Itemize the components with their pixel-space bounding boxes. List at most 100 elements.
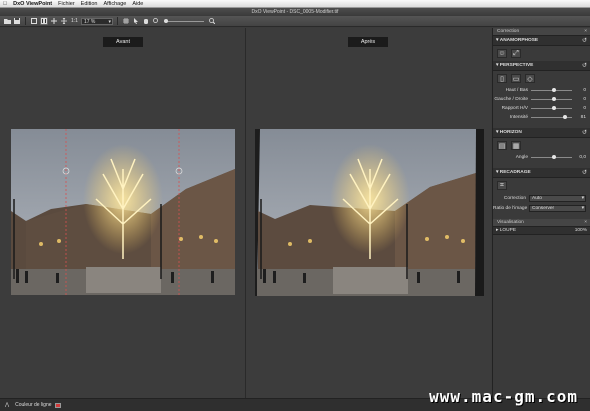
person-icon[interactable]: ☺	[497, 49, 507, 58]
slider-thumb[interactable]	[562, 115, 567, 119]
ratio-select[interactable]: Conserver	[529, 204, 586, 212]
slider-thumb[interactable]	[551, 88, 556, 92]
slider-track[interactable]	[531, 97, 572, 101]
menu-aide[interactable]: Aide	[132, 1, 143, 7]
reset-icon[interactable]: ↺	[582, 62, 587, 69]
slider-label: Haut / Bas	[505, 88, 528, 93]
panel-close-icon[interactable]: ×	[584, 28, 587, 36]
before-label: Avant	[103, 37, 143, 47]
recadrage-section[interactable]: ▾ RECADRAGE ↺	[493, 168, 590, 178]
slider-angle: Angle 0,0	[493, 153, 590, 162]
zoom-out-icon[interactable]	[152, 17, 160, 25]
horizon-tools: ▤ ▦	[493, 138, 590, 153]
slider-thumb[interactable]	[551, 155, 556, 159]
slider-rapport-hv: Rapport H/V 0	[493, 104, 590, 113]
fit-icon[interactable]	[60, 17, 68, 25]
grid-icon[interactable]	[122, 17, 130, 25]
open-folder-icon[interactable]	[3, 17, 11, 25]
slider-value[interactable]: 0	[576, 106, 586, 111]
zoom-slider-thumb[interactable]	[163, 18, 168, 23]
zoom-in-icon[interactable]	[208, 17, 216, 25]
slider-label: Intensité	[509, 115, 528, 120]
menu-affichage[interactable]: Affichage	[104, 1, 127, 7]
after-image[interactable]	[255, 129, 484, 296]
recadrage-title: RECADRAGE	[499, 170, 531, 175]
menu-fichier[interactable]: Fichier	[58, 1, 75, 7]
toolbar-divider	[116, 17, 118, 25]
horizontal-perspective-icon[interactable]: ▭	[511, 74, 521, 83]
reset-icon[interactable]: ↺	[582, 37, 587, 44]
ratio-one-to-one[interactable]: 1:1	[71, 18, 78, 24]
slider-value[interactable]: 0	[576, 97, 586, 102]
slider-track[interactable]	[531, 155, 572, 159]
split-view-icon[interactable]	[40, 17, 48, 25]
auto-horizon-icon[interactable]: ▤	[497, 141, 507, 150]
slider-track[interactable]	[531, 88, 572, 92]
after-label: Après	[348, 37, 388, 47]
slider-haut-bas: Haut / Bas 0	[493, 86, 590, 95]
anamorphose-section[interactable]: ▾ ANAMORPHOSE ↺	[493, 36, 590, 46]
viewer-divider	[245, 28, 246, 398]
zoom-slider[interactable]	[163, 18, 204, 23]
loupe-label: LOUPE	[499, 228, 517, 233]
horizon-section[interactable]: ▾ HORIZON ↺	[493, 128, 590, 138]
ratio-label: Ratio de l'image	[493, 205, 528, 211]
apple-icon[interactable]: 	[3, 1, 7, 7]
anamorphose-title: ANAMORPHOSE	[499, 38, 539, 43]
slider-value[interactable]: 0	[576, 88, 586, 93]
correction-row: Correction Auto	[493, 193, 590, 203]
line-color-label: Couleur de ligne	[15, 402, 52, 408]
full-perspective-icon[interactable]: ◇	[525, 74, 535, 83]
manual-horizon-icon[interactable]: ▦	[511, 141, 521, 150]
single-view-icon[interactable]	[30, 17, 38, 25]
menu-app[interactable]: DxO ViewPoint	[13, 1, 52, 7]
stretch-icon[interactable]: ⤢	[511, 49, 521, 58]
watermark: www.mac-gm.com	[429, 387, 578, 406]
visualisation-tab[interactable]: Visualisation ×	[493, 219, 590, 227]
slider-label: Gauche / Droite	[494, 97, 528, 102]
horizon-title: HORIZON	[499, 130, 522, 135]
save-icon[interactable]	[13, 17, 21, 25]
lines-icon[interactable]: ⋀	[5, 402, 9, 408]
window-title: DxO ViewPoint - DSC_0005-Modifier.tif	[0, 8, 590, 16]
zoom-select[interactable]: 17 %	[80, 17, 113, 25]
correction-select[interactable]: Auto	[529, 194, 586, 202]
slider-value[interactable]: 81	[576, 115, 586, 120]
slider-value[interactable]: 0,0	[576, 155, 586, 160]
perspective-title: PERSPECTIVE	[499, 63, 534, 68]
vertical-perspective-icon[interactable]: ▯	[497, 74, 507, 83]
menu-bar:  DxO ViewPoint Fichier Edition Affichag…	[0, 0, 590, 8]
perspective-tools: ▯ ▭ ◇	[493, 71, 590, 86]
correction-label: Correction	[503, 195, 526, 201]
slider-thumb[interactable]	[551, 106, 556, 110]
reset-icon[interactable]: ↺	[582, 129, 587, 136]
crop-icon[interactable]: ⌗	[497, 181, 507, 190]
hand-icon[interactable]	[142, 17, 150, 25]
correction-panel: Correction × ▾ ANAMORPHOSE ↺ ☺ ⤢ ▾ PERSP…	[492, 28, 590, 398]
slider-intensite: Intensité 81	[493, 113, 590, 122]
anamorphose-tools: ☺ ⤢	[493, 46, 590, 61]
before-after-icon[interactable]	[50, 17, 58, 25]
perspective-section[interactable]: ▾ PERSPECTIVE ↺	[493, 61, 590, 71]
correction-tab[interactable]: Correction ×	[493, 28, 590, 36]
slider-label: Angle	[515, 155, 528, 160]
correction-tab-label: Correction	[497, 29, 520, 34]
reset-icon[interactable]: ↺	[582, 169, 587, 176]
ratio-row: Ratio de l'image Conserver	[493, 203, 590, 213]
panel-close-icon[interactable]: ×	[584, 219, 587, 227]
slider-thumb[interactable]	[551, 97, 556, 101]
loupe-section[interactable]: ▸ LOUPE 100%	[493, 227, 590, 235]
recadrage-tools: ⌗	[493, 178, 590, 193]
menu-edition[interactable]: Edition	[81, 1, 98, 7]
slider-track[interactable]	[531, 115, 572, 119]
visualisation-label: Visualisation	[497, 220, 524, 225]
slider-gauche-droite: Gauche / Droite 0	[493, 95, 590, 104]
loupe-value[interactable]: 100%	[575, 228, 587, 233]
slider-track[interactable]	[531, 106, 572, 110]
line-color-swatch[interactable]	[54, 402, 61, 408]
pointer-icon[interactable]	[132, 17, 140, 25]
toolbar: 1:1 17 %	[0, 16, 590, 27]
toolbar-divider	[25, 17, 26, 25]
slider-label: Rapport H/V	[501, 106, 528, 111]
before-image[interactable]	[11, 129, 235, 295]
